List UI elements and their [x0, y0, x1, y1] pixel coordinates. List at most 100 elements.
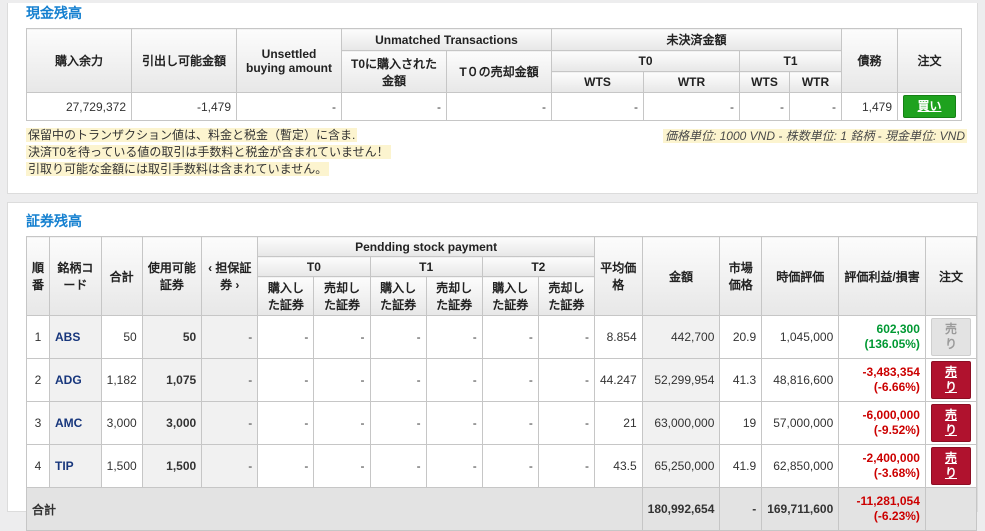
market-price: 19 [719, 401, 763, 445]
col-t0-bought: T0に購入された金額 [341, 50, 447, 93]
col-t1-wts: WTS [739, 71, 790, 93]
avg-price: 21 [593, 401, 643, 445]
col-t1-sold-stock: 売却した証券 [425, 276, 483, 316]
col-symbol-code: 銘柄コード [49, 236, 102, 316]
symbol-link[interactable]: ADG [55, 373, 82, 387]
collateral-qty: - [201, 315, 259, 359]
sell-button[interactable]: 売り [930, 361, 971, 399]
t2-sold-qty: - [537, 358, 595, 402]
note-line: 決済T0を待っている値の取引は手数料と税金が含まれていません！ [26, 145, 391, 159]
market-price: 20.9 [719, 315, 763, 359]
profit-loss: -2,400,000 (-3.68%) [838, 444, 926, 488]
t0-wtr-value: - [643, 92, 740, 121]
sell-button[interactable]: 売り [930, 318, 971, 356]
t0-bought-value: - [341, 92, 447, 121]
t1-bought-qty: - [369, 358, 427, 402]
col-unsettled-buying: Unsettled buying amount [236, 28, 342, 93]
t1-sold-qty: - [425, 401, 483, 445]
col-pending-t0: T0 [257, 256, 371, 277]
col-withdrawable: 引出し可能金額 [131, 28, 237, 93]
buy-button[interactable]: 買い [903, 95, 956, 118]
t1-sold-qty: - [425, 358, 483, 402]
total-qty: 50 [100, 315, 143, 359]
col-outstanding-amount: 未決済金額 [551, 28, 842, 51]
col-t0-wtr: WTR [643, 71, 740, 93]
cash-balance-title: 現金残高 [26, 5, 82, 21]
col-t2-bought-stock: 購入した証券 [481, 276, 539, 316]
col-pending-stock-payment: Pendding stock payment [257, 236, 595, 257]
t0-sold-qty: - [313, 401, 371, 445]
row-no: 1 [25, 315, 51, 359]
market-value: 57,000,000 [761, 401, 840, 445]
profit-loss: -6,000,000 (-9.52%) [838, 401, 926, 445]
buying-power-value: 27,729,372 [26, 92, 132, 121]
t0-sold-value: - [446, 92, 552, 121]
col-t0-sold-stock: 売却した証券 [313, 276, 371, 316]
stock-row: 3 AMC 3,000 3,000 - - - - - - - 21 63,00… [25, 401, 978, 445]
collateral-qty: - [201, 444, 259, 488]
col-outstanding-t0: T0 [551, 50, 740, 72]
amount: 442,700 [641, 315, 721, 359]
col-pending-t2: T2 [481, 256, 595, 277]
col-no: 順番 [25, 236, 51, 316]
total-qty: 3,000 [100, 401, 143, 445]
securities-balance-title: 証券残高 [26, 213, 82, 229]
market-value: 1,045,000 [761, 315, 840, 359]
sell-button[interactable]: 売り [930, 404, 971, 442]
col-avg-price: 平均価格 [593, 236, 643, 316]
t1-wtr-value: - [789, 92, 842, 121]
total-qty: 1,500 [100, 444, 143, 488]
note-line: 引取り可能な金額には取引手数料は含まれていません。 [26, 162, 330, 176]
symbol-link[interactable]: ABS [55, 330, 80, 344]
avg-price: 44.247 [593, 358, 643, 402]
cash-balance-panel: 現金残高 購入余力 引出し可能金額 Unsettled buying amoun… [7, 3, 978, 194]
sell-button[interactable]: 売り [930, 447, 971, 485]
t1-bought-qty: - [369, 401, 427, 445]
t2-sold-qty: - [537, 401, 595, 445]
market-price: 41.9 [719, 444, 763, 488]
t0-wts-value: - [551, 92, 644, 121]
col-t1-bought-stock: 購入した証券 [369, 276, 427, 316]
securities-balance-panel: 証券残高 順番 銘柄コード 合計 使用可能証券 ‹ 担保証券 › Penddin… [7, 202, 978, 531]
securities-balance-table: 順番 銘柄コード 合計 使用可能証券 ‹ 担保証券 › Pendding sto… [25, 236, 978, 531]
stock-row: 1 ABS 50 50 - - - - - - - 8.854 442,700 … [25, 315, 978, 359]
col-available: 使用可能証券 [141, 236, 203, 316]
col-market-price: 市場価格 [719, 236, 763, 316]
t2-bought-qty: - [481, 358, 539, 402]
t2-bought-qty: - [481, 444, 539, 488]
symbol-link[interactable]: TIP [55, 459, 74, 473]
market-value: 48,816,600 [761, 358, 840, 402]
total-order-empty [924, 487, 978, 531]
row-no: 3 [25, 401, 51, 445]
cash-balance-table: 購入余力 引出し可能金額 Unsettled buying amount Unm… [26, 28, 962, 121]
avg-price: 8.854 [593, 315, 643, 359]
t2-sold-qty: - [537, 444, 595, 488]
unsettled-buying-value: - [236, 92, 342, 121]
market-price: 41.3 [719, 358, 763, 402]
amount: 52,299,954 [641, 358, 721, 402]
total-profit-loss: -11,281,054 (-6.23%) [838, 487, 926, 531]
col-profit-loss: 評価利益/損害 [838, 236, 926, 316]
t0-sold-qty: - [313, 315, 371, 359]
available-qty: 50 [141, 315, 203, 359]
col-collateral: ‹ 担保証券 › [201, 236, 259, 316]
t0-bought-qty: - [257, 444, 315, 488]
amount: 63,000,000 [641, 401, 721, 445]
col-market-value: 時価評価 [761, 236, 840, 316]
col-t1-wtr: WTR [789, 71, 842, 93]
market-value: 62,850,000 [761, 444, 840, 488]
collateral-qty: - [201, 401, 259, 445]
amount: 65,250,000 [641, 444, 721, 488]
t1-bought-qty: - [369, 315, 427, 359]
t0-sold-qty: - [313, 444, 371, 488]
available-qty: 1,075 [141, 358, 203, 402]
symbol-link[interactable]: AMC [55, 416, 82, 430]
total-amount: 180,992,654 [641, 487, 721, 531]
profit-loss: 602,300 (136.05%) [838, 315, 926, 359]
units-note: 価格単位: 1000 VND - 株数単位: 1 銘柄 - 現金単位: VND [662, 129, 967, 143]
t1-wts-value: - [739, 92, 790, 121]
col-unmatched-transactions: Unmatched Transactions [341, 28, 552, 51]
row-no: 2 [25, 358, 51, 402]
avg-price: 43.5 [593, 444, 643, 488]
col-t0-bought-stock: 購入した証券 [257, 276, 315, 316]
